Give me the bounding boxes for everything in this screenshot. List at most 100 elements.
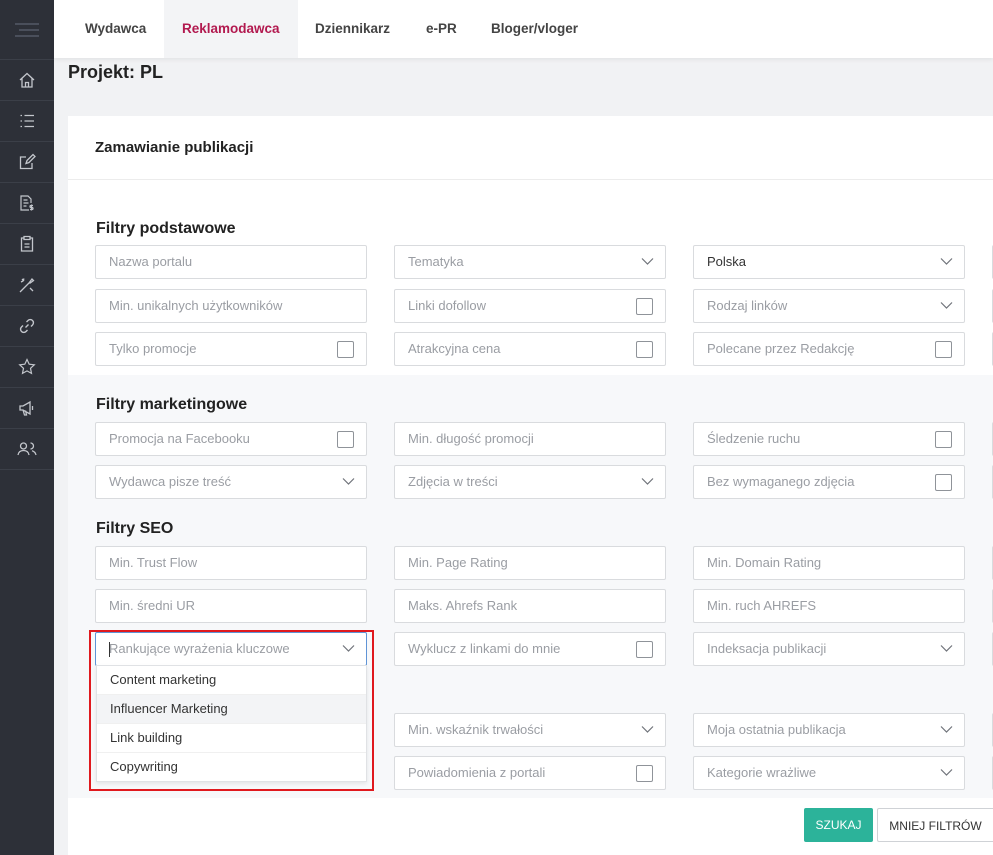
sidebar-item-invoices[interactable] [0,183,54,224]
min-average-ur-placeholder: Min. średni UR [109,598,195,613]
max-ahrefs-rank-input[interactable]: Maks. Ahrefs Rank [394,589,666,623]
search-button[interactable]: SZUKAJ [804,808,873,842]
publication-indexing-placeholder: Indeksacja publikacji [707,641,827,656]
checkbox[interactable] [337,431,354,448]
portal-notifications-checkbox[interactable]: Powiadomienia z portali [394,756,666,790]
ranking-keywords-placeholder: Rankujące wyrażenia kluczowe [109,641,290,656]
fewer-filters-button[interactable]: MNIEJ FILTRÓW [877,808,993,842]
chevron-down-icon [342,645,355,652]
section-title-basic-filters: Filtry podstawowe [96,220,236,237]
dofollow-links-label: Linki dofollow [408,298,487,313]
sidebar-item-links[interactable] [0,306,54,347]
portal-name-placeholder: Nazwa portalu [109,254,193,269]
list-icon [20,114,34,128]
home-icon [19,72,35,88]
min-unique-users-placeholder: Min. unikalnych użytkowników [109,298,283,313]
star-icon [18,358,36,375]
min-durability-select[interactable]: Min. wskaźnik trwałości [394,713,666,747]
portal-notifications-label: Powiadomienia z portali [408,765,546,780]
card-header: Zamawianie publikacji [68,116,993,180]
checkbox[interactable] [337,341,354,358]
section-title-marketing-filters: Filtry marketingowe [96,396,248,413]
min-page-rating-placeholder: Min. Page Rating [408,555,508,570]
chevron-down-icon [940,258,953,265]
min-ahrefs-traffic-placeholder: Min. ruch AHREFS [707,598,817,613]
only-promotions-checkbox[interactable]: Tylko promocje [95,332,367,366]
min-average-ur-input[interactable]: Min. średni UR [95,589,367,623]
exclude-linking-label: Wyklucz z linkami do mnie [408,641,561,656]
topic-select[interactable]: Tematyka [394,245,666,279]
sidebar-item-list[interactable] [0,101,54,142]
users-icon [17,442,37,456]
sidebar-menu-toggle[interactable] [0,0,54,60]
checkbox[interactable] [935,341,952,358]
ranking-keywords-dropdown: Content marketing Influencer Marketing L… [96,665,367,782]
megaphone-icon [19,400,34,416]
link-type-placeholder: Rodzaj linków [707,298,788,313]
publisher-writes-select[interactable]: Wydawca pisze treść [95,465,367,499]
sidebar-item-orders[interactable] [0,224,54,265]
tab-wydawca[interactable]: Wydawca [67,0,164,58]
min-unique-users-input[interactable]: Min. unikalnych użytkowników [95,289,367,323]
min-ahrefs-traffic-input[interactable]: Min. ruch AHREFS [693,589,965,623]
recommended-checkbox[interactable]: Polecane przez Redakcję [693,332,965,366]
sidebar [0,0,54,855]
page-title: Projekt: PL [68,62,164,82]
attractive-price-checkbox[interactable]: Atrakcyjna cena [394,332,666,366]
publisher-writes-placeholder: Wydawca pisze treść [109,474,231,489]
dropdown-option[interactable]: Link building [97,724,366,753]
sidebar-item-users[interactable] [0,429,54,470]
sidebar-item-favorites[interactable] [0,347,54,388]
sidebar-item-campaigns[interactable] [0,388,54,429]
min-trust-flow-input[interactable]: Min. Trust Flow [95,546,367,580]
sidebar-item-tools[interactable] [0,265,54,306]
tab-dziennikarz[interactable]: Dziennikarz [297,0,408,58]
sidebar-item-edit[interactable] [0,142,54,183]
min-domain-rating-input[interactable]: Min. Domain Rating [693,546,965,580]
portal-name-input[interactable]: Nazwa portalu [95,245,367,279]
traffic-tracking-checkbox[interactable]: Śledzenie ruchu [693,422,965,456]
ranking-keywords-select[interactable]: Rankujące wyrażenia kluczowe [95,632,367,666]
chevron-down-icon [940,726,953,733]
facebook-promotion-checkbox[interactable]: Promocja na Facebooku [95,422,367,456]
checkbox[interactable] [935,474,952,491]
checkbox[interactable] [636,765,653,782]
chevron-down-icon [940,645,953,652]
dropdown-option[interactable]: Content marketing [97,666,366,695]
no-image-required-checkbox[interactable]: Bez wymaganego zdjęcia [693,465,965,499]
sensitive-categories-select[interactable]: Kategorie wrażliwe [693,756,965,790]
tab-e-pr[interactable]: e-PR [408,0,475,58]
country-select[interactable]: Polska [693,245,965,279]
only-promotions-label: Tylko promocje [109,341,197,356]
section-title-seo-filters: Filtry SEO [96,520,174,537]
exclude-linking-checkbox[interactable]: Wyklucz z linkami do mnie [394,632,666,666]
dofollow-links-checkbox[interactable]: Linki dofollow [394,289,666,323]
checkbox[interactable] [636,298,653,315]
top-navigation: Wydawca Reklamodawca Dziennikarz e-PR Bl… [54,0,993,58]
my-last-publication-select[interactable]: Moja ostatnia publikacja [693,713,965,747]
dropdown-option[interactable]: Copywriting [97,753,366,782]
attractive-price-label: Atrakcyjna cena [408,341,501,356]
min-durability-placeholder: Min. wskaźnik trwałości [408,722,544,737]
sidebar-item-home[interactable] [0,60,54,101]
tab-reklamodawca[interactable]: Reklamodawca [164,0,298,58]
min-promotion-length-input[interactable]: Min. długość promocji [394,422,666,456]
link-type-select[interactable]: Rodzaj linków [693,289,965,323]
clipboard-icon [20,235,34,252]
dropdown-option-hovered[interactable]: Influencer Marketing [97,695,366,724]
chevron-down-icon [641,726,654,733]
country-value: Polska [707,254,747,269]
min-promotion-length-placeholder: Min. długość promocji [408,431,534,446]
checkbox[interactable] [636,641,653,658]
publication-indexing-select[interactable]: Indeksacja publikacji [693,632,965,666]
link-icon [19,318,35,334]
tab-bloger-vloger[interactable]: Bloger/vloger [473,0,596,58]
min-domain-rating-placeholder: Min. Domain Rating [707,555,822,570]
images-in-content-select[interactable]: Zdjęcia w treści [394,465,666,499]
min-page-rating-input[interactable]: Min. Page Rating [394,546,666,580]
topic-placeholder: Tematyka [408,254,464,269]
checkbox[interactable] [636,341,653,358]
tools-icon [19,278,35,293]
edit-icon [19,153,36,170]
checkbox[interactable] [935,431,952,448]
